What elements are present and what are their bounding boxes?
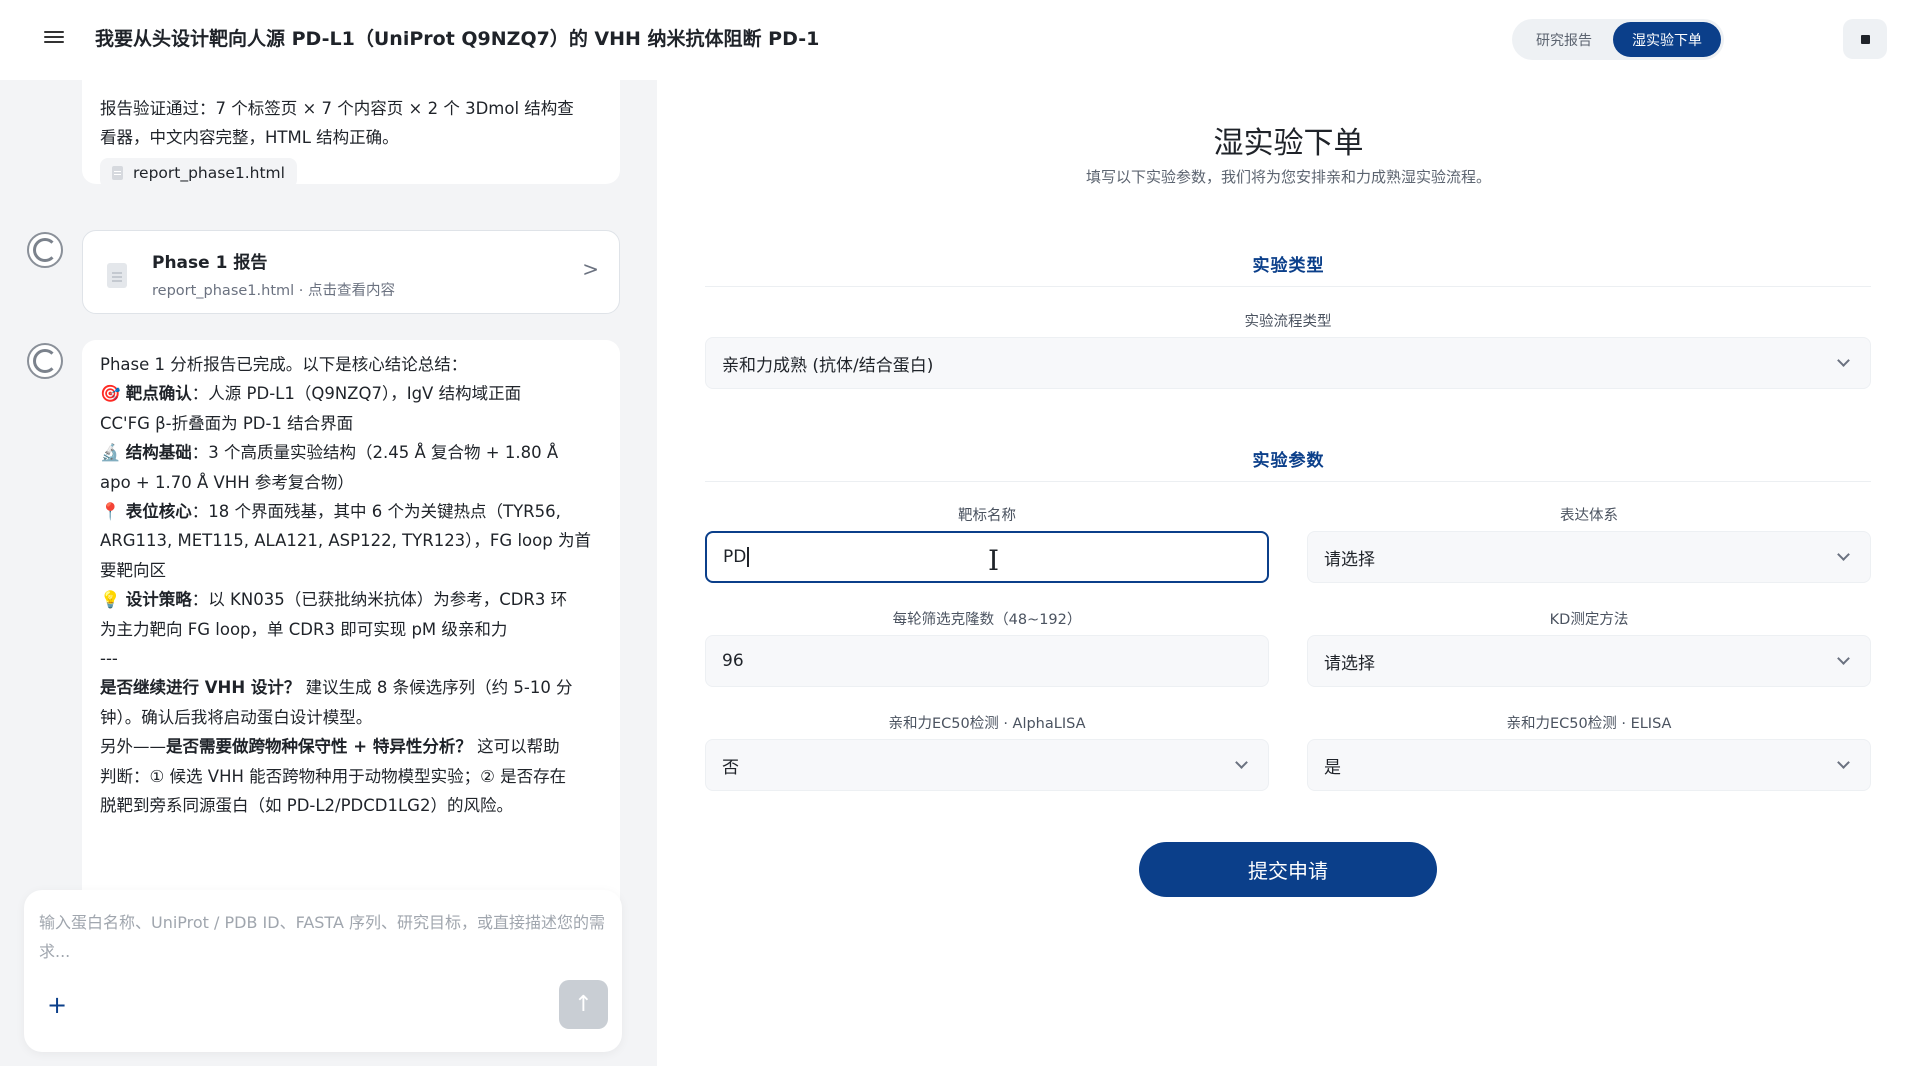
chat-input[interactable] <box>39 908 611 978</box>
file-chip-label: report_phase1.html <box>133 164 285 182</box>
message-line: apo + 1.70 Å VHH 参考复合物） <box>100 472 354 492</box>
message-text: 建议生成 8 条候选序列（约 5-10 分 <box>300 678 573 698</box>
expression-system-label: 表达体系 <box>1560 508 1618 524</box>
message-line: --- <box>100 649 118 669</box>
bold-label: 靶点确认 <box>125 384 192 404</box>
alphalisa-label: 亲和力EC50检测 · AlphaLISA <box>888 716 1086 732</box>
section-title-experiment-params: 实验参数 <box>1252 451 1325 471</box>
alphalisa-value: 否 <box>722 757 739 778</box>
assistant-avatar <box>27 232 63 268</box>
submit-button[interactable]: 提交申请 <box>1139 842 1437 897</box>
elisa-select[interactable]: 是 <box>1307 739 1871 791</box>
message-line: 脱靶到旁系同源蛋白（如 PD-L2/PDCD1LG2）的风险。 <box>100 796 513 816</box>
target-name-value: PD <box>723 547 747 567</box>
report-card-title: Phase 1 报告 <box>152 253 268 273</box>
expression-system-value: 请选择 <box>1324 549 1375 570</box>
report-card-subtitle: report_phase1.html · 点击查看内容 <box>152 283 395 299</box>
message-line: 🔬 结构基础：3 个高质量实验结构（2.45 Å 复合物 + 1.80 Å <box>100 438 602 467</box>
view-tabs: 研究报告 湿实验下单 <box>1512 19 1724 60</box>
report-card-phase1[interactable]: Phase 1 报告 report_phase1.html · 点击查看内容 > <box>82 230 620 314</box>
message-text: 另外—— <box>100 737 166 757</box>
section-divider <box>705 481 1871 482</box>
assistant-avatar <box>27 343 63 379</box>
document-icon <box>107 263 127 288</box>
message-line: 🎯 靶点确认：人源 PD-L1（Q9NZQ7），IgV 结构域正面 <box>100 379 602 408</box>
bold-label: 是否继续进行 VHH 设计？ <box>100 678 301 698</box>
chevron-right-icon: > <box>582 257 599 281</box>
section-divider <box>705 286 1871 287</box>
attach-plus-button[interactable]: + <box>44 992 70 1018</box>
stop-button[interactable] <box>1843 19 1887 59</box>
file-chip-report[interactable]: report_phase1.html <box>100 158 297 188</box>
target-name-label: 靶标名称 <box>958 508 1016 524</box>
message-line: 💡 设计策略：以 KN035（已获批纳米抗体）为参考，CDR3 环 <box>100 585 602 614</box>
tab-wet-lab-order[interactable]: 湿实验下单 <box>1613 22 1721 57</box>
bold-label: 表位核心 <box>125 502 192 522</box>
form-title: 湿实验下单 <box>1213 126 1364 161</box>
expression-system-select[interactable]: 请选择 <box>1307 531 1871 583</box>
lightbulb-emoji-icon: 💡 <box>100 590 121 610</box>
message-line: ARG113, MET115, ALA121, ASP122, TYR123），… <box>100 531 591 551</box>
message-line: 是否继续进行 VHH 设计？ 建议生成 8 条候选序列（约 5-10 分 <box>100 673 602 702</box>
elisa-value: 是 <box>1324 757 1341 778</box>
clones-per-round-value: 96 <box>722 651 744 671</box>
pin-emoji-icon: 📍 <box>100 502 121 522</box>
message-line: 📍 表位核心：18 个界面残基，其中 6 个为关键热点（TYR56, <box>100 497 602 526</box>
message-bubble-verification: 报告验证通过：7 个标签页 × 7 个内容页 × 2 个 3Dmol 结构查 看… <box>82 80 620 188</box>
stop-icon <box>1860 34 1870 44</box>
chat-pane: 报告验证通过：7 个标签页 × 7 个内容页 × 2 个 3Dmol 结构查 看… <box>0 80 657 1066</box>
bold-label: 设计策略 <box>125 590 192 610</box>
kd-method-label: KD测定方法 <box>1549 612 1629 628</box>
message-text: ：人源 PD-L1（Q9NZQ7），IgV 结构域正面 <box>191 384 522 404</box>
file-icon <box>112 166 123 180</box>
app-header: 我要从头设计靶向人源 PD-L1（UniProt Q9NZQ7）的 VHH 纳米… <box>0 0 1920 80</box>
wet-lab-order-form: 湿实验下单 填写以下实验参数，我们将为您安排亲和力成熟湿实验流程。 实验类型 实… <box>657 80 1920 1066</box>
message-line: 判断：① 候选 VHH 能否跨物种用于动物模型实验；② 是否存在 <box>100 766 567 786</box>
tab-research-report[interactable]: 研究报告 <box>1515 22 1613 57</box>
target-emoji-icon: 🎯 <box>100 384 121 404</box>
message-line: 为主力靶向 FG loop，单 CDR3 即可实现 pM 级亲和力 <box>100 619 508 639</box>
section-title-experiment-type: 实验类型 <box>1252 256 1325 276</box>
message-bubble-summary: Phase 1 分析报告已完成。以下是核心结论总结： 🎯 靶点确认：人源 PD-… <box>82 340 620 918</box>
message-line: Phase 1 分析报告已完成。以下是核心结论总结： <box>100 355 468 374</box>
send-button[interactable]: ↑ <box>559 980 608 1029</box>
flow-type-value: 亲和力成熟 (抗体/结合蛋白) <box>722 355 934 376</box>
clones-per-round-input[interactable]: 96 <box>705 635 1269 687</box>
target-name-text: PD <box>723 547 749 567</box>
mouse-ibeam-cursor-icon: I <box>988 544 1000 577</box>
chevron-down-icon <box>1837 652 1850 665</box>
bold-label: 是否需要做跨物种保守性 + 特异性分析？ <box>166 737 472 757</box>
bold-label: 结构基础 <box>125 443 192 463</box>
message-line: 钟）。确认后我将启动蛋白设计模型。 <box>100 707 373 727</box>
message-text: 看器，中文内容完整，HTML 结构正确。 <box>100 128 399 147</box>
chevron-down-icon <box>1235 756 1248 769</box>
chevron-down-icon <box>1837 756 1850 769</box>
flow-type-label: 实验流程类型 <box>1244 314 1332 330</box>
text-caret <box>747 547 749 567</box>
chevron-down-icon <box>1837 548 1850 561</box>
message-text: ：18 个界面残基，其中 6 个为关键热点（TYR56, <box>191 502 561 522</box>
message-line: 另外——是否需要做跨物种保守性 + 特异性分析？ 这可以帮助 <box>100 732 602 761</box>
kd-method-value: 请选择 <box>1324 653 1375 674</box>
form-subtitle: 填写以下实验参数，我们将为您安排亲和力成熟湿实验流程。 <box>1085 168 1491 186</box>
message-text: 报告验证通过：7 个标签页 × 7 个内容页 × 2 个 3Dmol 结构查 <box>100 99 574 118</box>
microscope-emoji-icon: 🔬 <box>100 443 121 463</box>
message-line: 要靶向区 <box>100 560 166 580</box>
elisa-label: 亲和力EC50检测 · ELISA <box>1506 716 1672 732</box>
chevron-down-icon <box>1837 354 1850 367</box>
message-text: 这可以帮助 <box>471 737 560 757</box>
message-text: ：以 KN035（已获批纳米抗体）为参考，CDR3 环 <box>191 590 568 610</box>
flow-type-select[interactable]: 亲和力成熟 (抗体/结合蛋白) <box>705 337 1871 389</box>
kd-method-select[interactable]: 请选择 <box>1307 635 1871 687</box>
message-line: CC'FG β-折叠面为 PD-1 结合界面 <box>100 413 354 433</box>
target-name-input[interactable]: PD <box>705 531 1269 583</box>
clones-per-round-label: 每轮筛选克隆数（48~192） <box>892 612 1082 628</box>
chat-input-box: + ↑ <box>24 890 622 1052</box>
hamburger-menu-icon[interactable] <box>44 28 64 48</box>
message-text: ：3 个高质量实验结构（2.45 Å 复合物 + 1.80 Å <box>191 443 559 463</box>
arrow-up-icon: ↑ <box>574 992 593 1017</box>
alphalisa-select[interactable]: 否 <box>705 739 1269 791</box>
page-title: 我要从头设计靶向人源 PD-L1（UniProt Q9NZQ7）的 VHH 纳米… <box>95 28 820 50</box>
